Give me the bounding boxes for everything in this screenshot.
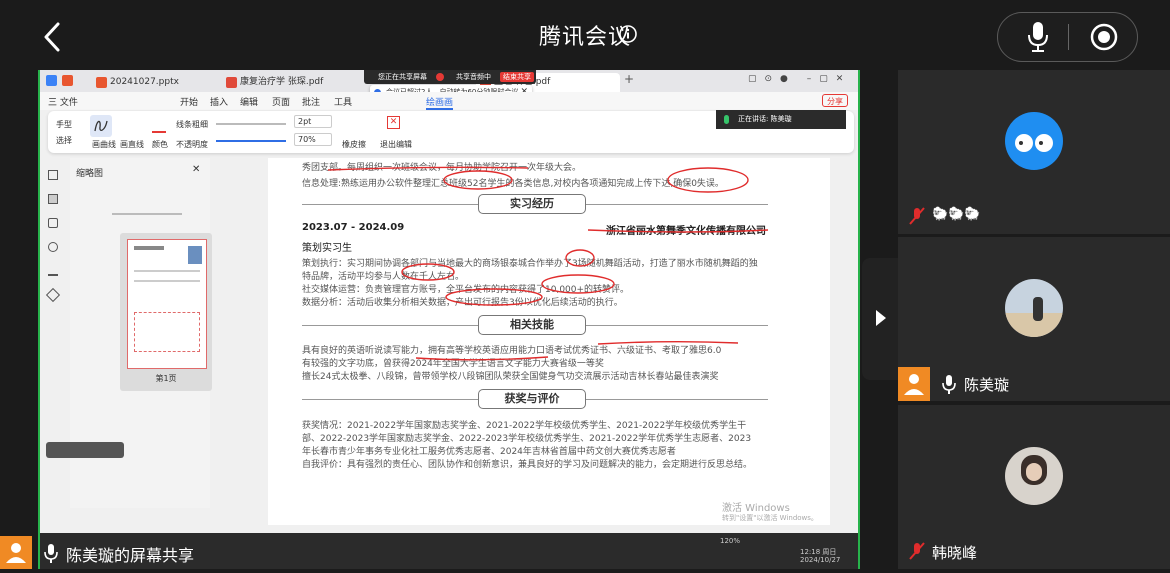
shared-screen: 20241027.pptx 康复治疗学 张琛.pdf 整理 林艺.pdf + ▢… bbox=[38, 70, 860, 569]
thumbnail-image bbox=[127, 239, 207, 369]
color-swatch[interactable] bbox=[152, 131, 166, 133]
add-tab-icon[interactable]: + bbox=[624, 72, 634, 86]
mini-panel[interactable] bbox=[46, 442, 124, 458]
microphone-icon bbox=[724, 115, 729, 124]
stroke-slider[interactable] bbox=[216, 123, 286, 125]
meeting-header: 腾讯会议 bbox=[0, 0, 1170, 70]
record-icon[interactable] bbox=[1089, 22, 1119, 52]
zoom-slider[interactable] bbox=[112, 213, 182, 215]
participant-tile[interactable]: 陈美璇 bbox=[898, 237, 1170, 401]
close-icon[interactable]: ✕ bbox=[387, 116, 400, 129]
hand-tool[interactable]: 手型 bbox=[56, 119, 72, 130]
photo-avatar bbox=[1005, 279, 1063, 337]
sheep-avatar bbox=[1005, 112, 1063, 170]
curve-label: 画曲线 bbox=[92, 140, 116, 149]
color-label[interactable]: 颜色 bbox=[152, 139, 168, 150]
curve-icon bbox=[94, 120, 108, 132]
panel-title: 缩略图 bbox=[76, 169, 104, 179]
divider bbox=[1068, 24, 1069, 50]
photo-avatar bbox=[1005, 447, 1063, 505]
window-controls[interactable]: ▢⊙● –▢✕ bbox=[748, 74, 851, 84]
opacity-slider[interactable] bbox=[216, 140, 286, 142]
expand-panel-button[interactable] bbox=[862, 258, 898, 380]
participant-tile[interactable]: 🐑🐑🐑 bbox=[898, 70, 1170, 234]
menu-bar: 三 文件 开始 插入 编辑 页面 批注 工具 绘画画 分享 bbox=[40, 92, 858, 110]
date: 2024/10/27 bbox=[800, 556, 841, 564]
tab-pdf-1[interactable]: 康复治疗学 张琛.pdf bbox=[222, 73, 348, 92]
zoom-value: 120% bbox=[720, 537, 741, 545]
app-icon bbox=[62, 75, 73, 86]
menu-insert[interactable]: 插入 bbox=[210, 95, 228, 108]
muted-mic-icon bbox=[909, 542, 925, 560]
curve-tool[interactable] bbox=[90, 115, 112, 137]
microphone-icon bbox=[942, 375, 956, 394]
stroke-width-select[interactable]: 2pt bbox=[294, 115, 332, 128]
select-tool[interactable]: 选择 bbox=[56, 135, 72, 146]
host-badge-icon bbox=[0, 536, 32, 569]
menu-annotate[interactable]: 批注 bbox=[302, 95, 320, 108]
muted-mic-icon bbox=[909, 207, 925, 225]
close-icon[interactable]: ✕ bbox=[192, 164, 200, 175]
windows-watermark: 激活 Windows bbox=[722, 503, 790, 514]
menu-edit[interactable]: 编辑 bbox=[240, 95, 258, 108]
menu-tools[interactable]: 工具 bbox=[334, 95, 352, 108]
thumbnail-icon[interactable] bbox=[48, 194, 58, 204]
opacity-label: 不透明度 bbox=[176, 140, 208, 149]
menu-draw[interactable]: 绘画画 bbox=[426, 95, 454, 110]
page-label: 第1页 bbox=[155, 374, 177, 383]
left-icon-rail bbox=[40, 158, 68, 408]
host-badge-icon bbox=[898, 367, 930, 401]
opacity-select[interactable]: 70% bbox=[294, 133, 332, 146]
bookmark-icon[interactable] bbox=[48, 170, 58, 180]
layers-icon[interactable] bbox=[45, 287, 61, 303]
windows-watermark-sub: 转到"设置"以激活 Windows。 bbox=[722, 514, 818, 522]
sharing-banner: 您正在共享屏幕 共享音频中 结束共享 bbox=[364, 70, 536, 84]
participant-name: 韩晓峰 bbox=[932, 544, 978, 562]
participant-tile[interactable]: 韩晓峰 bbox=[898, 405, 1170, 569]
annotation-strokes bbox=[327, 166, 769, 361]
participant-name: 🐑🐑🐑 bbox=[932, 207, 981, 222]
microphone-icon[interactable] bbox=[1024, 20, 1052, 54]
app-icon bbox=[46, 75, 57, 86]
speaking-indicator: 正在讲话: 陈美璇 bbox=[716, 110, 846, 129]
stop-dot-icon bbox=[436, 73, 444, 81]
attachment-icon[interactable] bbox=[48, 242, 58, 252]
page-thumbnail[interactable]: 第1页 bbox=[120, 233, 212, 391]
exit-edit-button[interactable]: 退出编辑 bbox=[380, 139, 412, 150]
chevron-right-icon bbox=[876, 310, 886, 326]
pdf-page: 秀团支部。每周组织一次班级会议，每月协助学院召开一次年级大会。 信息处理:熟练运… bbox=[268, 158, 830, 525]
microphone-icon bbox=[44, 544, 58, 563]
screen-share-name: 陈美璇的屏幕共享 bbox=[66, 546, 195, 565]
stroke-width-label: 线条粗细 bbox=[176, 120, 208, 129]
meeting-title: 腾讯会议 bbox=[538, 25, 631, 50]
signature-icon[interactable] bbox=[48, 266, 58, 276]
share-button[interactable]: 分享 bbox=[822, 94, 848, 107]
menu-start[interactable]: 开始 bbox=[180, 95, 198, 108]
comment-icon[interactable] bbox=[48, 218, 58, 228]
info-icon[interactable] bbox=[618, 24, 638, 44]
line-label: 画直线 bbox=[120, 140, 144, 149]
participant-name: 陈美璇 bbox=[964, 376, 1010, 394]
stop-share-button[interactable]: 结束共享 bbox=[500, 72, 534, 82]
eraser-tool[interactable]: 橡皮擦 bbox=[342, 139, 366, 150]
menu-page[interactable]: 页面 bbox=[272, 95, 290, 108]
screen-share-label: 陈美璇的屏幕共享 bbox=[0, 536, 260, 569]
participant-list: 🐑🐑🐑 陈美璇 韩晓峰 bbox=[898, 70, 1170, 569]
menu-file[interactable]: 三 文件 bbox=[48, 95, 78, 108]
tab-pptx[interactable]: 20241027.pptx bbox=[92, 73, 218, 92]
